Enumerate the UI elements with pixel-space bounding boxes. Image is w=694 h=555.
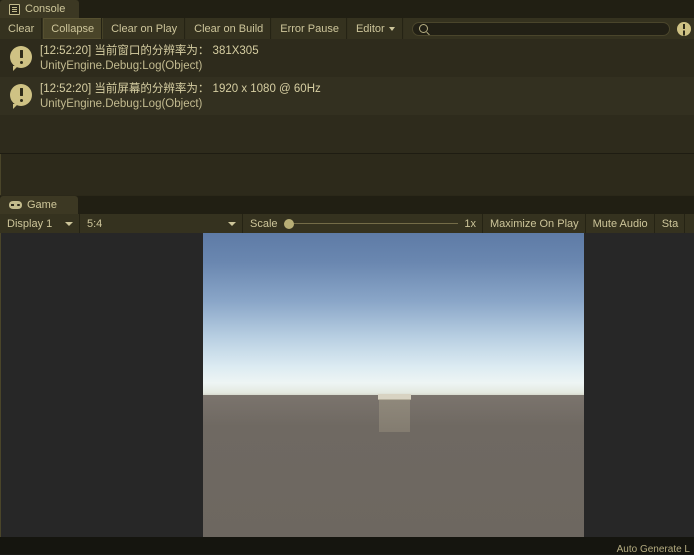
warning-icon [677, 21, 691, 36]
clear-button[interactable]: Clear [0, 18, 44, 39]
scale-value: 1x [464, 217, 476, 230]
error-pause-button[interactable]: Error Pause [272, 18, 348, 39]
console-panel: Console Clear Collapse Clear on Play Cle… [0, 0, 694, 196]
search-input[interactable] [431, 23, 663, 34]
editor-dropdown-label: Editor [355, 22, 385, 35]
scale-slider[interactable] [283, 218, 459, 230]
log-message: [12:52:20] 当前屏幕的分辨率为： 1920 x 1080 @ 60Hz [40, 83, 321, 95]
gamepad-icon [9, 201, 22, 209]
display-dropdown-label: Display 1 [7, 217, 53, 230]
game-view-area[interactable] [0, 233, 694, 537]
log-info-icon [10, 84, 32, 109]
clear-on-play-button[interactable]: Clear on Play [103, 18, 187, 39]
cube-object [379, 400, 410, 432]
status-bar: Auto Generate L [0, 537, 694, 555]
auto-generate-lighting-status: Auto Generate L [616, 544, 690, 555]
log-row[interactable]: [12:52:20] 当前窗口的分辨率为： 381X305 UnityEngin… [0, 39, 694, 77]
game-render-view[interactable] [203, 233, 584, 537]
editor-dropdown[interactable]: Editor [348, 18, 404, 39]
log-stacktrace: UnityEngine.Debug:Log(Object) [40, 98, 203, 110]
search-icon [418, 24, 428, 33]
search-box[interactable] [411, 21, 670, 36]
console-icon [9, 3, 20, 15]
scale-slider-group[interactable]: Scale 1x [243, 214, 483, 233]
game-tabstrip: Game [0, 196, 694, 214]
log-row[interactable]: [12:52:20] 当前屏幕的分辨率为： 1920 x 1080 @ 60Hz… [0, 77, 694, 115]
game-toolbar: Display 1 5:4 Scale 1x Maximize On Play … [0, 214, 694, 234]
chevron-down-icon [228, 221, 236, 226]
unity-editor-window: Console Clear Collapse Clear on Play Cle… [0, 0, 694, 555]
display-dropdown[interactable]: Display 1 [0, 214, 80, 233]
log-text: [12:52:20] 当前屏幕的分辨率为： 1920 x 1080 @ 60Hz… [40, 81, 321, 112]
stats-button[interactable]: Sta [655, 214, 686, 233]
tab-console[interactable]: Console [0, 0, 80, 18]
aspect-ratio-label: 5:4 [87, 217, 103, 230]
log-stacktrace: UnityEngine.Debug:Log(Object) [40, 60, 203, 72]
tab-console-label: Console [25, 3, 66, 15]
collapse-button[interactable]: Collapse [43, 18, 104, 39]
tab-game-label: Game [27, 199, 57, 211]
log-message: [12:52:20] 当前窗口的分辨率为： 381X305 [40, 45, 259, 57]
sky-gradient [203, 233, 584, 396]
console-log-list[interactable]: [12:52:20] 当前窗口的分辨率为： 381X305 UnityEngin… [0, 39, 694, 154]
console-tabstrip: Console [0, 0, 694, 18]
maximize-on-play-button[interactable]: Maximize On Play [483, 214, 586, 233]
console-search-wrap [404, 18, 676, 39]
mute-audio-button[interactable]: Mute Audio [586, 214, 655, 233]
log-info-icon [10, 46, 32, 71]
chevron-down-icon [65, 221, 73, 226]
panel-left-border [0, 154, 1, 195]
scale-label: Scale [250, 217, 278, 230]
log-text: [12:52:20] 当前窗口的分辨率为： 381X305 UnityEngin… [40, 43, 259, 74]
panel-left-border [0, 233, 1, 537]
scale-slider-track [283, 222, 459, 225]
clear-on-build-button[interactable]: Clear on Build [186, 18, 273, 39]
notification-counter-button[interactable] [676, 18, 694, 39]
aspect-ratio-dropdown[interactable]: 5:4 [80, 214, 243, 233]
game-panel: Game Display 1 5:4 Scale 1x Maximize On … [0, 196, 694, 555]
console-detail-pane [0, 154, 694, 195]
scale-slider-knob[interactable] [283, 218, 294, 229]
tab-game[interactable]: Game [0, 196, 78, 214]
chevron-down-icon [388, 26, 395, 31]
console-toolbar: Clear Collapse Clear on Play Clear on Bu… [0, 18, 694, 40]
